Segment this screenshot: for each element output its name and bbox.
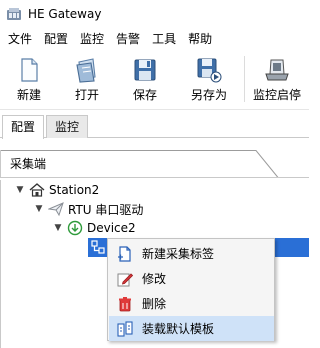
save-button-label: 保存 bbox=[132, 88, 157, 102]
panel-title: 采集端 bbox=[10, 157, 47, 171]
tree-node-driver[interactable]: ▼ RTU 串口驱动 bbox=[33, 199, 143, 219]
menu-item-delete[interactable]: 删除 bbox=[109, 291, 274, 316]
save-as-icon bbox=[197, 58, 222, 83]
edit-pencil-icon bbox=[117, 272, 133, 286]
menu-file[interactable]: 文件 bbox=[3, 28, 37, 50]
menu-item-new-tag[interactable]: 新建采集标签 bbox=[109, 241, 274, 266]
open-folder-icon bbox=[76, 58, 96, 83]
tree-label-driver: RTU 串口驱动 bbox=[68, 202, 144, 217]
monitor-toggle-label: 监控启停 bbox=[252, 88, 301, 102]
menu-config[interactable]: 配置 bbox=[39, 28, 73, 50]
tree-label-station: Station2 bbox=[49, 183, 100, 197]
panel-header-frame bbox=[0, 150, 309, 178]
tab-config[interactable]: 配置 bbox=[2, 115, 45, 139]
context-menu: 新建采集标签 修改 删除 装载默认模板 bbox=[107, 238, 275, 341]
tree-node-device[interactable]: ▼ Device2 bbox=[52, 218, 136, 238]
save-disk-icon bbox=[134, 59, 156, 81]
home-icon bbox=[29, 183, 45, 197]
tab-monitor[interactable]: 监控 bbox=[46, 115, 89, 138]
app-logo-icon bbox=[7, 8, 21, 20]
tab-strip: 配置 监控 bbox=[0, 112, 309, 139]
monitor-start-icon bbox=[265, 59, 289, 81]
menu-item-new-tag-label: 新建采集标签 bbox=[142, 247, 215, 261]
title-bar: HE Gateway bbox=[0, 0, 309, 28]
new-tag-icon bbox=[118, 245, 131, 262]
delete-trash-icon bbox=[119, 296, 131, 311]
download-circle-icon bbox=[67, 220, 83, 236]
tag-group-icon bbox=[91, 240, 105, 254]
menu-item-load-template-label: 装载默认模板 bbox=[142, 322, 215, 336]
paper-plane-icon bbox=[48, 202, 64, 217]
menu-item-load-template[interactable]: 装载默认模板 bbox=[109, 316, 274, 341]
collapse-arrow-icon[interactable]: ▼ bbox=[33, 204, 45, 214]
save-button[interactable]: 保存 bbox=[116, 50, 174, 110]
open-button-label: 打开 bbox=[74, 88, 99, 102]
open-button[interactable]: 打开 bbox=[58, 50, 116, 110]
menu-item-delete-label: 删除 bbox=[142, 297, 167, 311]
toolbar: 新建 打开 保存 另存为 监控启停 bbox=[0, 50, 309, 110]
menu-help[interactable]: 帮助 bbox=[183, 28, 217, 50]
collapse-arrow-icon[interactable]: ▼ bbox=[52, 223, 64, 233]
save-as-button[interactable]: 另存为 bbox=[174, 50, 244, 110]
new-button-label: 新建 bbox=[16, 88, 41, 102]
tree-node-station[interactable]: ▼ Station2 bbox=[14, 180, 100, 200]
window-title: HE Gateway bbox=[28, 7, 102, 21]
save-as-button-label: 另存为 bbox=[190, 88, 227, 102]
new-button[interactable]: 新建 bbox=[0, 50, 58, 110]
tree-label-device: Device2 bbox=[87, 221, 136, 235]
collapse-arrow-icon[interactable]: ▼ bbox=[14, 185, 26, 195]
menu-item-edit[interactable]: 修改 bbox=[109, 266, 274, 291]
menu-bar: 文件 配置 监控 告警 工具 帮助 bbox=[0, 28, 309, 50]
load-template-icon bbox=[117, 320, 133, 337]
monitor-toggle-button[interactable]: 监控启停 bbox=[245, 50, 309, 110]
collector-panel-header: 采集端 bbox=[0, 150, 309, 178]
menu-item-edit-label: 修改 bbox=[142, 272, 167, 286]
menu-alarm[interactable]: 告警 bbox=[111, 28, 145, 50]
menu-tools[interactable]: 工具 bbox=[147, 28, 181, 50]
menu-monitor[interactable]: 监控 bbox=[75, 28, 109, 50]
new-file-icon bbox=[21, 58, 38, 82]
